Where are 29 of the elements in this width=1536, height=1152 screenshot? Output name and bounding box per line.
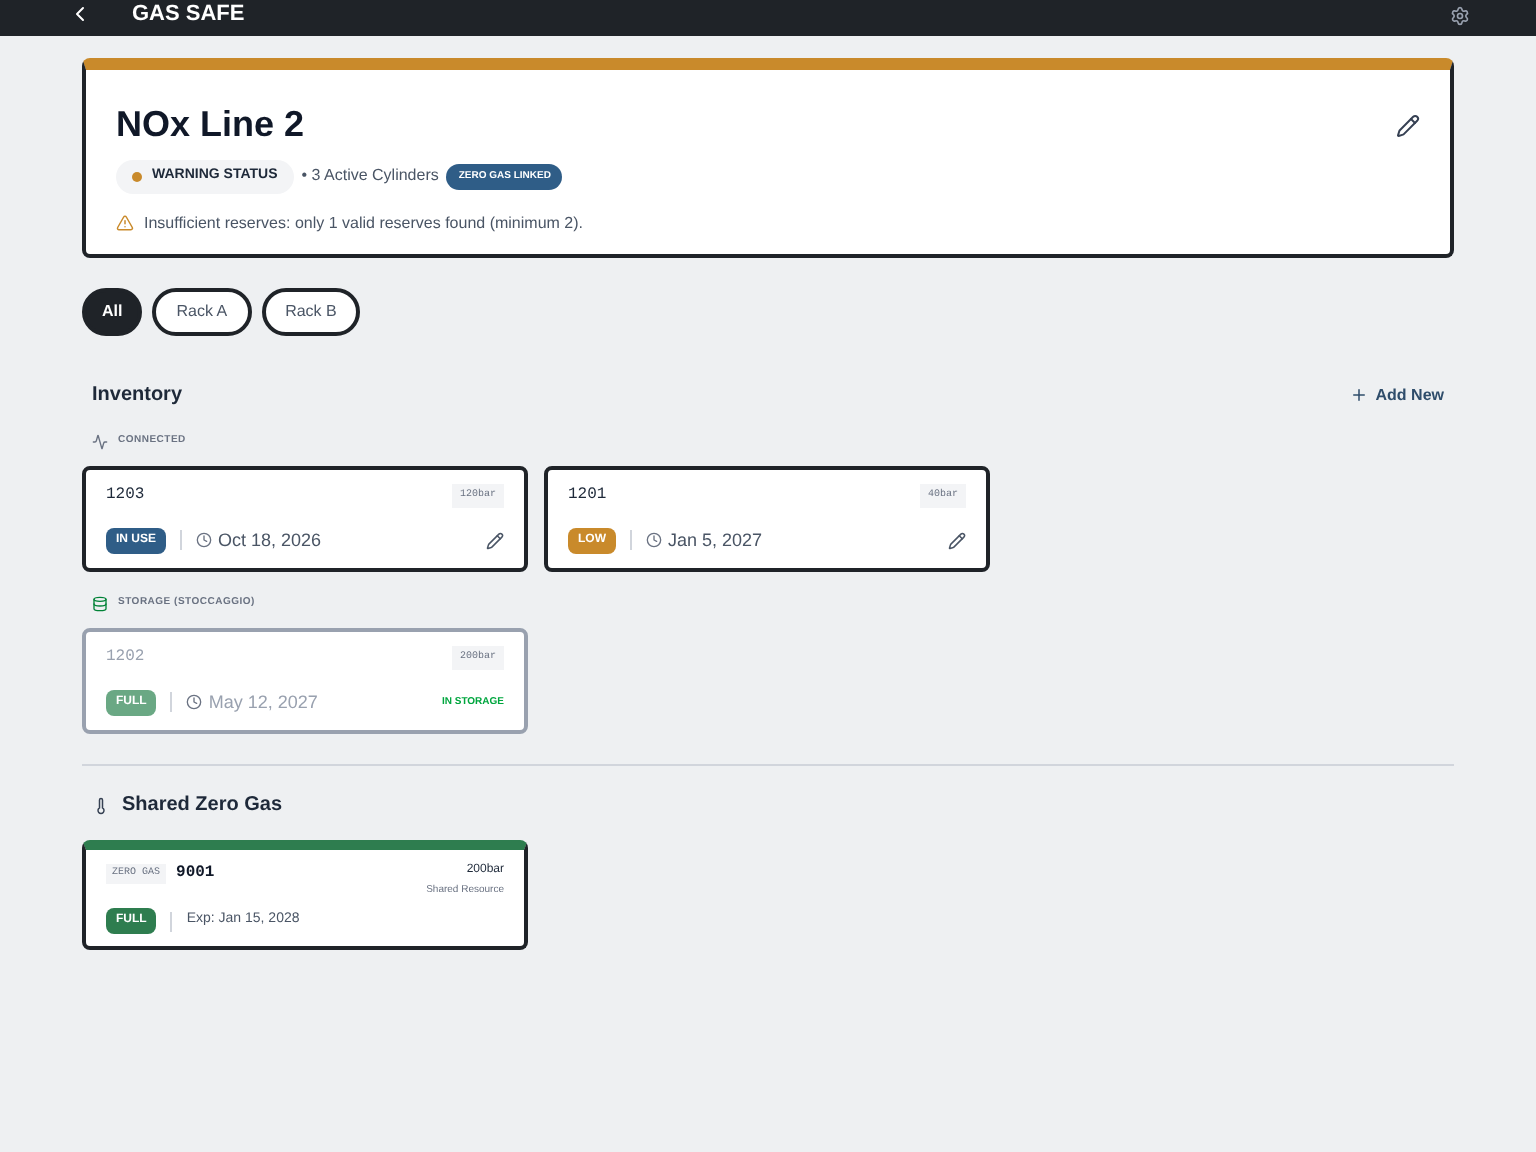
cylinder-count: • 3 Active Cylinders	[301, 164, 439, 189]
clock-icon	[186, 694, 203, 711]
filter-chip[interactable]: All	[82, 288, 143, 336]
line-title: NOx Line 2	[116, 102, 305, 148]
expiry-date: May 12, 2027	[208, 689, 318, 716]
expiry-date: Oct 18, 2026	[218, 527, 322, 553]
filter-chip[interactable]: Rack A	[152, 288, 252, 336]
filter-chip[interactable]: Rack B	[261, 288, 361, 336]
cylinder-number: 1203	[106, 484, 145, 508]
warning-icon	[116, 214, 134, 232]
cylinder-number: 1202	[106, 646, 145, 670]
edit-icon[interactable]	[1396, 113, 1420, 137]
cylinder-number: 1201	[568, 484, 607, 508]
clock-icon	[196, 532, 213, 549]
cylinder-number: 9001	[176, 862, 215, 886]
plus-icon	[1349, 386, 1368, 404]
activity-icon	[92, 434, 108, 450]
thermometer-icon	[92, 795, 110, 815]
database-icon	[92, 596, 108, 612]
clock-icon	[646, 532, 662, 549]
expiry-date: Jan 5, 2027	[668, 527, 763, 553]
section-title: Shared Zero Gas	[122, 792, 283, 820]
edit-icon[interactable]	[486, 531, 504, 550]
warning-message: Insufficient reserves: only 1 valid reserves found (minimum 2).	[144, 211, 583, 235]
settings-icon[interactable]	[1450, 6, 1470, 26]
edit-icon[interactable]	[948, 531, 966, 550]
add-new-button[interactable]: Add New	[1349, 383, 1444, 407]
section-title: Inventory	[92, 382, 183, 410]
app-title: GAS SAFE	[132, 3, 245, 25]
